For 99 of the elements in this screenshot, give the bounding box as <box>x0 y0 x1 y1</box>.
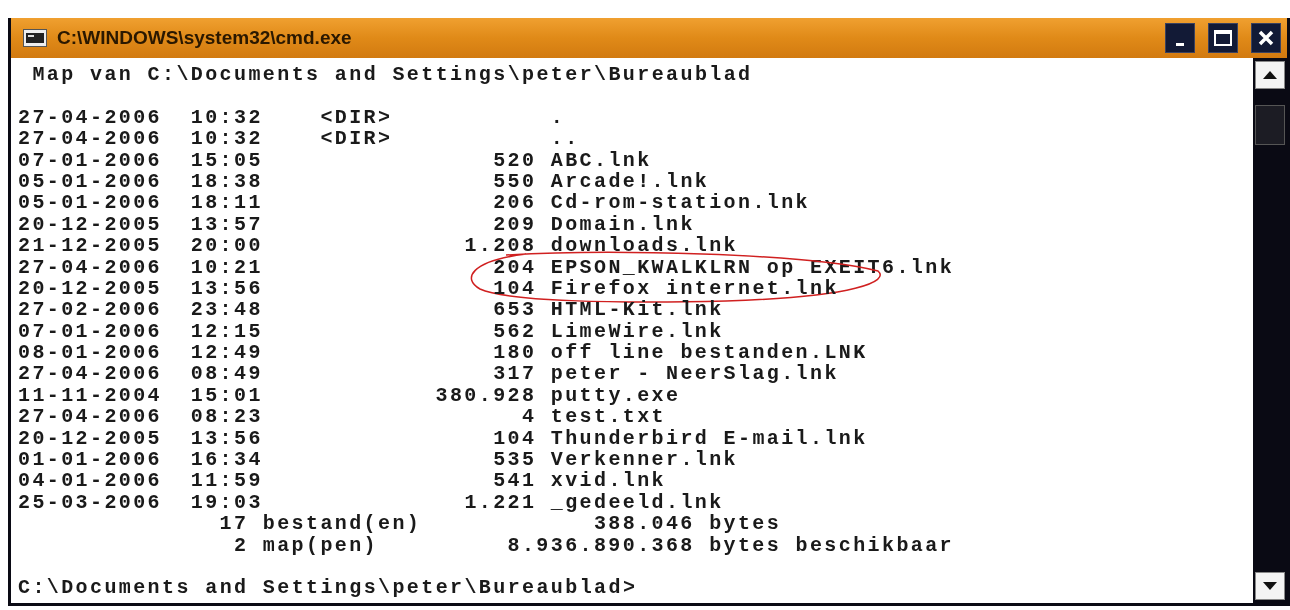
file-time: 18:38 <box>190 169 263 193</box>
file-time: 23:48 <box>190 298 263 322</box>
file-date: 20-12-2005 <box>18 426 163 450</box>
directory-header: Map van C:\Documents and Settings\peter\Bureaublad <box>32 64 753 86</box>
file-time: 13:56 <box>190 426 263 450</box>
scroll-thumb[interactable] <box>1255 105 1285 145</box>
scrollbar[interactable] <box>1253 58 1287 603</box>
minimize-button[interactable] <box>1165 23 1195 53</box>
file-time: 15:01 <box>190 383 263 407</box>
summary-value: 8.936.890.368 <box>506 534 695 556</box>
file-date: 27-04-2006 <box>18 405 163 429</box>
file-date: 11-11-2004 <box>18 383 163 407</box>
file-date: 08-01-2006 <box>18 341 163 365</box>
file-name: HTML-Kit.lnk <box>550 299 724 321</box>
file-time: 12:49 <box>190 341 263 365</box>
file-name: Firefox internet.lnk <box>550 277 839 300</box>
file-name: downloads.lnk <box>550 235 738 257</box>
file-name: Thunderbird E-mail.lnk <box>550 427 868 450</box>
file-date: 25-03-2006 <box>18 490 163 514</box>
file-time: 10:21 <box>190 255 263 279</box>
dir-marker: <DIR> <box>320 105 393 129</box>
file-date: 27-02-2006 <box>18 298 163 322</box>
file-time: 10:32 <box>190 105 263 129</box>
file-size: 520 <box>492 149 537 171</box>
file-date: 01-01-2006 <box>18 448 163 472</box>
file-date: 27-04-2006 <box>18 255 163 279</box>
file-size: 4 <box>521 406 537 428</box>
close-icon <box>1258 30 1274 46</box>
close-button[interactable] <box>1251 23 1281 53</box>
file-time: 20:00 <box>190 234 263 258</box>
dir-marker: <DIR> <box>320 127 393 151</box>
file-time: 19:03 <box>190 490 263 514</box>
file-size: 180 <box>492 342 537 364</box>
summary-unit: bytes beschikbaar <box>709 534 954 556</box>
minimize-icon <box>1176 42 1184 46</box>
file-size: 550 <box>492 170 537 193</box>
file-time: 08:23 <box>190 405 263 429</box>
summary-label: map(pen) <box>262 534 379 556</box>
file-time: 08:49 <box>190 362 263 386</box>
file-size: 562 <box>492 320 537 343</box>
scroll-up-button[interactable] <box>1255 61 1285 89</box>
file-size: 541 <box>492 470 537 492</box>
file-name: Domain.lnk <box>550 213 695 236</box>
file-size: 104 <box>492 427 537 450</box>
scroll-down-button[interactable] <box>1255 572 1285 600</box>
file-name: test.txt <box>550 406 666 428</box>
file-date: 07-01-2006 <box>18 148 163 172</box>
console-icon <box>23 29 47 47</box>
file-name: _gedeeld.lnk <box>550 491 724 514</box>
maximize-button[interactable] <box>1208 23 1238 53</box>
file-name: putty.exe <box>550 384 681 407</box>
window-title: C:\WINDOWS\system32\cmd.exe <box>57 27 353 49</box>
file-date: 07-01-2006 <box>18 319 163 343</box>
summary-unit: bytes <box>709 513 782 535</box>
summary-count: 17 <box>218 513 249 535</box>
file-size: 209 <box>492 213 537 236</box>
file-time: 10:32 <box>190 127 263 151</box>
file-date: 20-12-2005 <box>18 276 163 300</box>
file-size: 317 <box>492 363 537 385</box>
file-name: off line bestanden.LNK <box>550 342 868 364</box>
file-name: Arcade!.lnk <box>550 170 710 193</box>
file-size: 1.221 <box>463 491 537 514</box>
up-triangle-icon <box>1263 71 1277 79</box>
dir-name: .. <box>550 128 580 150</box>
file-date: 05-01-2006 <box>18 169 163 193</box>
maximize-icon <box>1214 30 1232 46</box>
file-size: 380.928 <box>434 384 537 407</box>
file-name: Cd-rom-station.lnk <box>550 192 811 214</box>
file-date: 27-04-2006 <box>18 362 163 386</box>
file-name: xvid.lnk <box>550 470 666 492</box>
file-time: 18:11 <box>190 191 263 215</box>
file-date: 20-12-2005 <box>18 212 163 236</box>
command-prompt: C:\Documents and Settings\peter\Bureaublad> <box>18 577 638 599</box>
down-triangle-icon <box>1263 582 1277 590</box>
file-name: Verkenner.lnk <box>550 449 738 471</box>
file-size: 206 <box>492 192 537 214</box>
file-size: 204 <box>492 256 537 278</box>
file-size: 653 <box>492 299 537 321</box>
summary-count: 2 <box>233 534 249 556</box>
file-name: peter - NeerSlag.lnk <box>550 363 839 385</box>
file-time: 13:56 <box>190 276 263 300</box>
file-time: 11:59 <box>190 469 263 493</box>
file-size: 1.208 <box>463 235 537 257</box>
file-time: 13:57 <box>190 212 263 236</box>
file-size: 535 <box>492 449 537 471</box>
dir-name: . <box>550 106 566 129</box>
file-size: 104 <box>492 277 537 300</box>
file-name: ABC.lnk <box>550 149 652 171</box>
file-date: 21-12-2005 <box>18 234 163 258</box>
file-time: 15:05 <box>190 148 263 172</box>
file-date: 27-04-2006 <box>18 127 163 151</box>
file-name: LimeWire.lnk <box>550 320 724 343</box>
file-time: 16:34 <box>190 448 263 472</box>
summary-label: bestand(en) <box>262 513 422 535</box>
file-date: 27-04-2006 <box>18 105 163 129</box>
summary-value: 388.046 <box>592 513 695 535</box>
file-date: 05-01-2006 <box>18 191 163 215</box>
file-date: 04-01-2006 <box>18 469 163 493</box>
file-time: 12:15 <box>190 319 263 343</box>
